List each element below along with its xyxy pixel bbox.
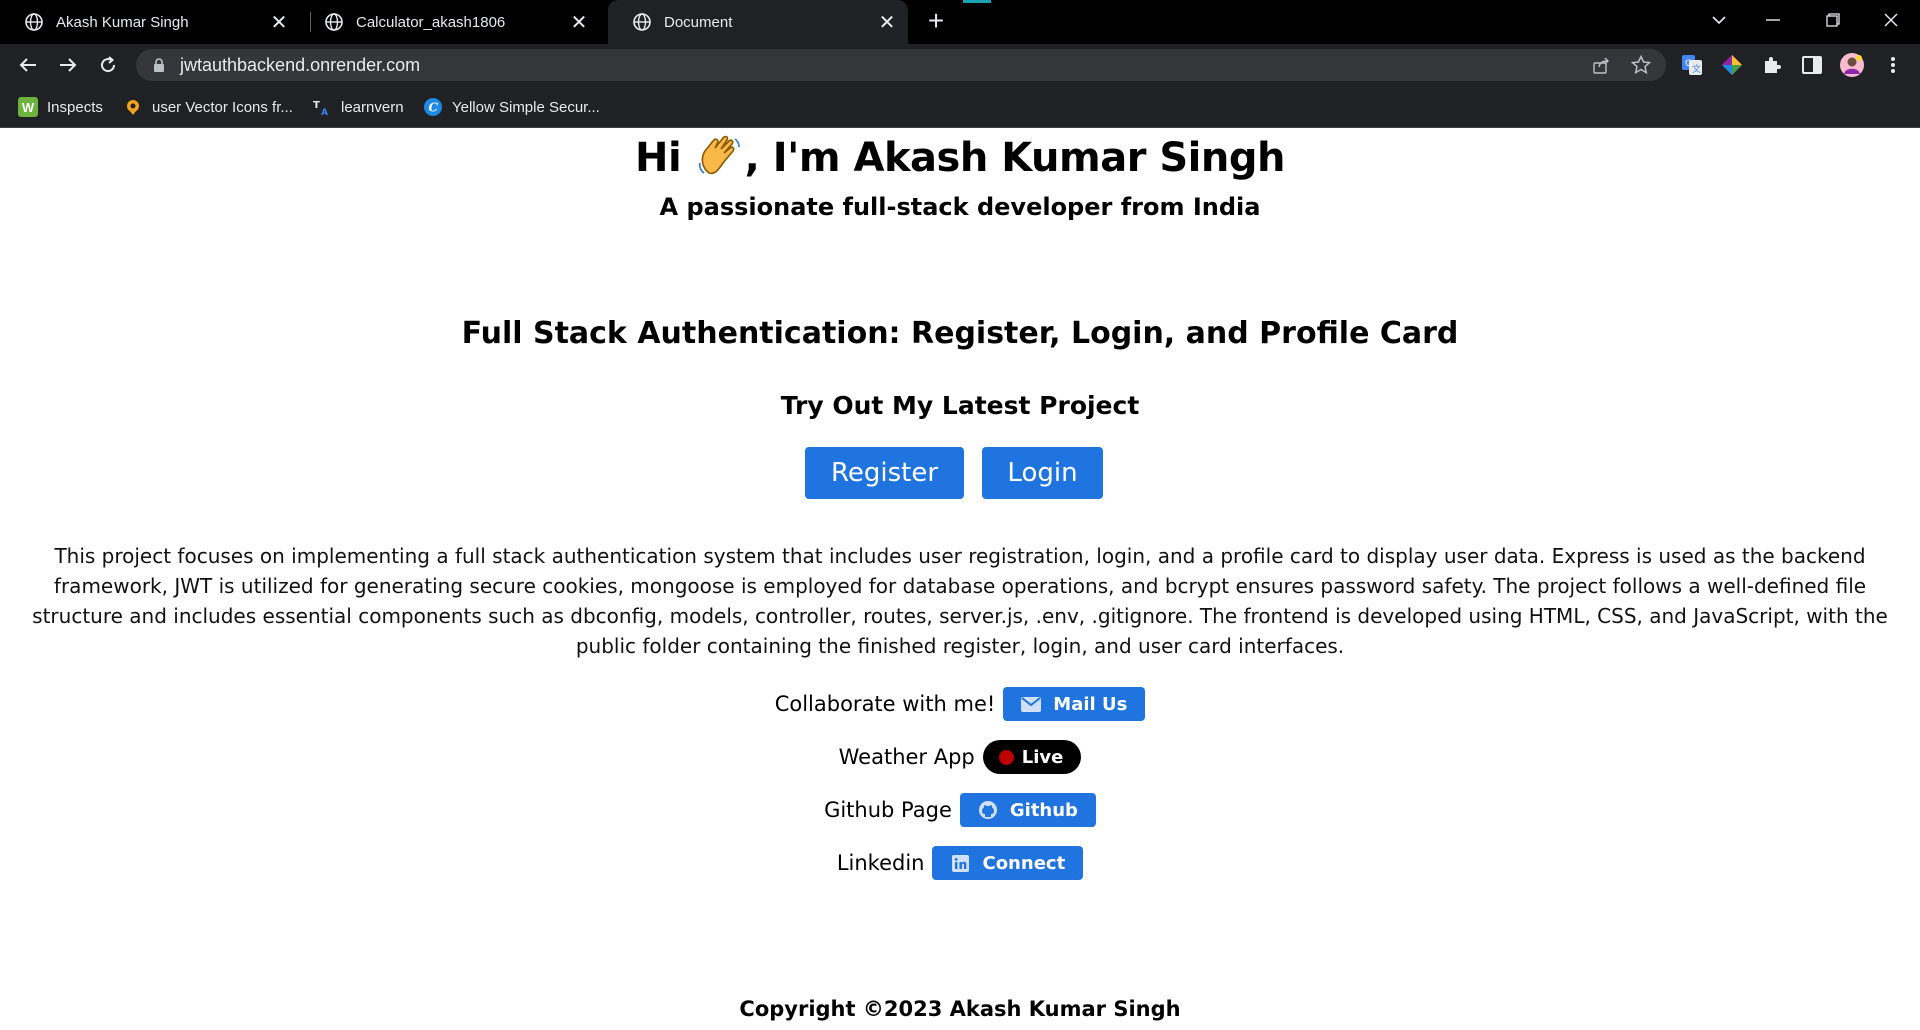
color-picker-extension-icon[interactable] [1719,52,1745,78]
pin-icon [123,97,143,117]
hero-heading: Hi , I'm Akash Kumar Singh [0,135,1920,181]
reload-icon[interactable] [92,49,124,81]
try-out-heading: Try Out My Latest Project [780,391,1140,420]
puzzle-extensions-icon[interactable] [1759,52,1785,78]
mail-us-button[interactable]: Mail Us [1003,687,1146,721]
globe-icon [325,13,343,31]
bookmark-learnvern[interactable]: TA learnvern [312,96,404,118]
share-icon[interactable] [1588,52,1614,78]
live-button[interactable]: Live [982,740,1082,774]
project-description: This project focuses on implementing a f… [32,544,1888,658]
svg-text:G: G [1685,59,1692,69]
mail-icon [1021,694,1042,714]
new-tab-button[interactable]: + [920,6,952,38]
github-icon [978,800,998,820]
close-icon[interactable]: ✕ [874,9,900,35]
profile-avatar-icon[interactable] [1839,52,1865,78]
hero-suffix: , I'm Akash Kumar Singh [744,135,1286,181]
bookmark-label: Inspects [47,98,103,116]
star-icon[interactable] [1628,52,1654,78]
close-window-icon[interactable] [1864,0,1918,40]
back-arrow-icon[interactable] [12,49,44,81]
tab-indicator [963,0,991,3]
login-button[interactable]: Login [982,447,1103,499]
bookmark-user-vector-icons[interactable]: user Vector Icons fr... [123,96,293,118]
bookmark-label: Yellow Simple Secur... [452,98,600,116]
hero-subtitle: A passionate full-stack developer from I… [659,193,1261,221]
github-label: Github [1009,799,1078,821]
github-page-label: Github Page [824,798,952,822]
svg-text:T: T [313,100,320,111]
globe-icon [25,13,43,31]
forward-arrow-icon[interactable] [52,49,84,81]
connect-label: Connect [982,852,1066,874]
github-button[interactable]: Github [959,793,1096,827]
address-bar[interactable]: jwtauthbackend.onrender.com [136,49,1666,81]
linkedin-row: Linkedin Connect [0,846,1920,880]
bookmark-label: user Vector Icons fr... [152,98,293,116]
copyright-footer: Copyright ©2023 Akash Kumar Singh [739,997,1181,1021]
canva-icon: C [423,97,443,117]
tab-title: Akash Kumar Singh [56,13,189,31]
learnvern-icon: TA [312,97,332,117]
browser-toolbar: jwtauthbackend.onrender.com G文 [0,44,1920,86]
tab-calculator[interactable]: Calculator_akash1806 ✕ [300,0,600,44]
menu-kebab-icon[interactable] [1880,52,1906,78]
bookmark-inspects[interactable]: W Inspects [18,96,103,118]
tab-bar: Akash Kumar Singh ✕ Calculator_akash1806… [0,0,1920,44]
bookmarks-bar: W Inspects user Vector Icons fr... TA le… [0,86,1920,128]
hero-prefix: Hi [635,135,682,181]
bookmark-yellow-simple[interactable]: C Yellow Simple Secur... [423,96,600,118]
project-title: Full Stack Authentication: Register, Log… [461,316,1459,351]
mail-us-label: Mail Us [1053,693,1128,715]
tab-akash-kumar-singh[interactable]: Akash Kumar Singh ✕ [0,0,300,44]
waving-hand-icon [698,135,740,175]
live-label: Live [1021,746,1064,768]
page-content: Hi , I'm Akash Kumar Singh A passionate … [0,129,1920,1030]
lock-icon [154,58,164,72]
linkedin-label: Linkedin [836,851,925,875]
linkedin-icon [950,853,970,873]
svg-text:A: A [321,108,328,117]
close-icon[interactable]: ✕ [566,9,592,35]
weather-app-row: Weather App Live [0,740,1920,774]
restore-icon[interactable] [1806,0,1860,40]
tab-search-icon[interactable] [1692,0,1746,40]
tab-document[interactable]: Document ✕ [608,0,908,44]
connect-button[interactable]: Connect [932,846,1084,880]
collaborate-row: Collaborate with me! Mail Us [0,687,1920,721]
close-icon[interactable]: ✕ [266,9,292,35]
minimize-icon[interactable] [1746,0,1800,40]
tab-title: Document [664,13,733,31]
side-panel-icon[interactable] [1799,52,1825,78]
github-row: Github Page Github [0,793,1920,827]
url-text: jwtauthbackend.onrender.com [180,54,421,75]
tab-title: Calculator_akash1806 [356,13,506,31]
globe-icon [633,13,651,31]
collaborate-label: Collaborate with me! [774,692,996,716]
translate-extension-icon[interactable]: G文 [1679,52,1705,78]
svg-text:C: C [429,101,439,115]
live-dot-icon [998,749,1014,765]
weather-app-label: Weather App [838,745,975,769]
register-button[interactable]: Register [805,447,964,499]
inspects-icon: W [18,97,38,117]
svg-text:文: 文 [1692,63,1701,75]
bookmark-label: learnvern [341,98,404,116]
